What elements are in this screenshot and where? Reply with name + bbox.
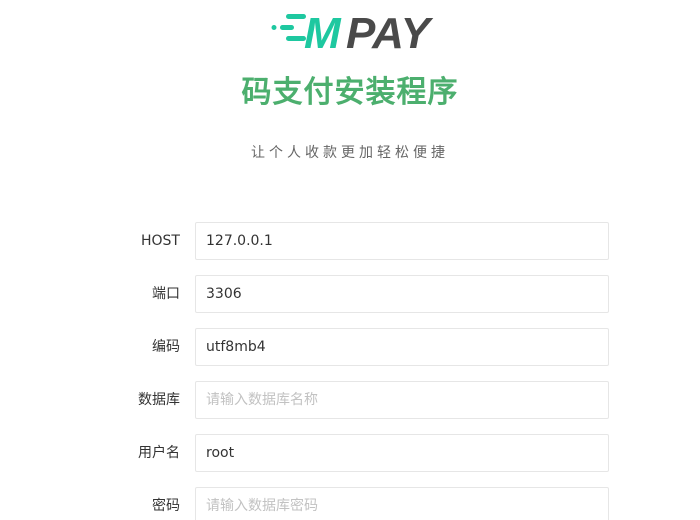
form-row-password: 密码	[0, 487, 700, 520]
charset-input[interactable]	[195, 328, 609, 366]
mpay-logo-icon: M PAY	[271, 10, 434, 52]
form-row-charset: 编码	[0, 328, 700, 366]
page-subtitle: 让个人收款更加轻松便捷	[251, 145, 449, 161]
form-row-username: 用户名	[0, 434, 700, 472]
charset-label: 编码	[152, 339, 180, 355]
host-input[interactable]	[195, 222, 609, 260]
form-row-port: 端口	[0, 275, 700, 313]
password-label: 密码	[152, 498, 180, 514]
username-label: 用户名	[138, 445, 180, 461]
mpay-logo: M PAY	[270, 10, 450, 52]
form-row-host: HOST	[0, 222, 700, 260]
host-label: HOST	[141, 233, 180, 249]
password-input[interactable]	[195, 487, 609, 520]
database-label: 数据库	[138, 392, 180, 408]
username-input[interactable]	[195, 434, 609, 472]
port-input[interactable]	[195, 275, 609, 313]
page-title: 码支付安装程序	[241, 75, 459, 110]
logo-letter-m: M	[304, 10, 342, 52]
database-input[interactable]	[195, 381, 609, 419]
installer-page: M PAY 码支付安装程序 让个人收款更加轻松便捷 HOST 端口 编码 数据库…	[0, 0, 700, 520]
form-row-database: 数据库	[0, 381, 700, 419]
port-label: 端口	[152, 286, 180, 302]
logo-text-pay: PAY	[346, 10, 434, 52]
